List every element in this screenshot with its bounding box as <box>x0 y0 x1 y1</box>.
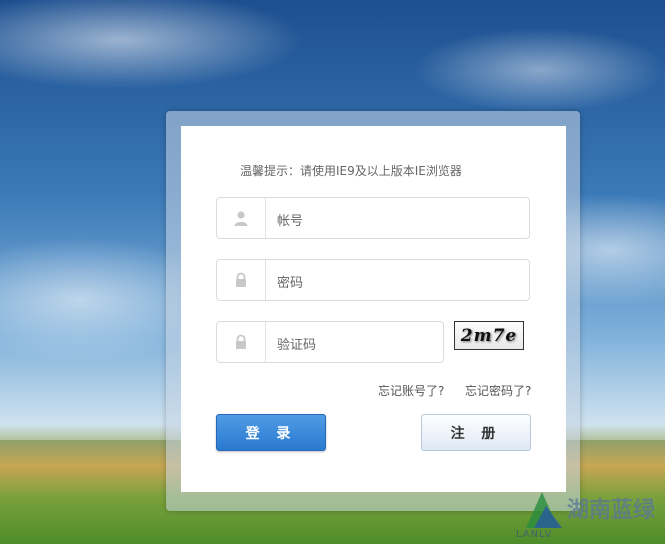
captcha-field[interactable]: 验证码 <box>216 321 444 363</box>
account-field[interactable]: 帐号 <box>216 197 530 239</box>
logo-subtitle: LANLV <box>516 529 553 540</box>
lock-icon <box>217 322 266 362</box>
lock-icon <box>217 260 266 300</box>
forgot-account-link[interactable]: 忘记账号了? <box>378 382 444 399</box>
login-button[interactable]: 登 录 <box>216 414 326 451</box>
register-button[interactable]: 注 册 <box>421 414 531 451</box>
captcha-image[interactable]: 2m7e <box>454 321 524 350</box>
captcha-placeholder: 验证码 <box>277 338 317 353</box>
password-field[interactable]: 密码 <box>216 259 530 301</box>
user-icon <box>217 198 266 238</box>
password-placeholder: 密码 <box>277 276 304 291</box>
logo-name: 湖南蓝绿 <box>567 497 656 523</box>
forgot-password-link[interactable]: 忘记密码了? <box>465 382 531 399</box>
account-placeholder: 帐号 <box>277 214 304 229</box>
browser-notice: 温馨提示：请使用IE9及以上版本IE浏览器 <box>240 164 462 178</box>
